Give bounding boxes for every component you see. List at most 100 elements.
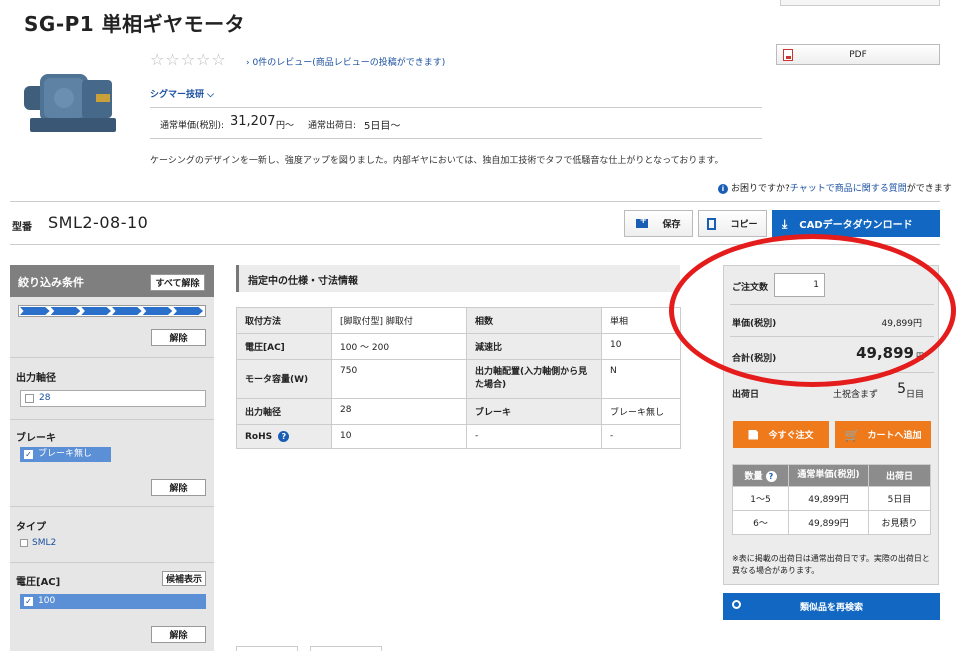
table-cell: 1〜5 (732, 486, 789, 511)
clear-button[interactable]: 解除 (151, 329, 206, 346)
brake-option-selected[interactable]: ✓ ブレーキ無し (20, 447, 111, 462)
help-icon[interactable]: ? (765, 471, 777, 482)
pdf-button[interactable]: PDF (776, 44, 940, 65)
table-row: モータ容量(W) 750 出力軸配置(入力軸側から見た場合) N (236, 359, 681, 399)
copy-icon (707, 217, 717, 230)
column-header-label: 数量 (744, 472, 763, 482)
progress-step (50, 307, 81, 315)
spec-key: 出力軸径 (236, 398, 332, 425)
clear-button[interactable]: 解除 (151, 479, 206, 496)
checkbox-checked[interactable]: ✓ (24, 597, 33, 606)
checkbox[interactable] (20, 539, 28, 547)
copy-label: コピー (730, 220, 758, 230)
volume-price-table: 数量? 通常単価(税別) 出荷日 1〜5 49,899円 5日目 6〜 49,8… (732, 464, 931, 535)
download-icon: ⤓ (782, 217, 788, 231)
model-label: 型番 (12, 222, 32, 233)
save-label: 保存 (662, 220, 681, 230)
spec-key: 減速比 (466, 333, 602, 360)
price-label: 通常単価(税別): (160, 121, 225, 131)
output-shaft-option[interactable]: 28 (20, 390, 206, 407)
spec-key: モータ容量(W) (236, 359, 332, 399)
unit-price-label: 単価(税別) (732, 319, 777, 329)
pdf-label: PDF (849, 49, 867, 60)
chat-link[interactable]: チャットで商品に関する質問 (790, 184, 907, 194)
divider (730, 372, 934, 373)
price-suffix: 円〜 (276, 121, 295, 131)
spec-value: 28 (331, 398, 467, 425)
unit-price-value: 49,899円 (881, 319, 923, 329)
output-shaft-label: 出力軸径 (16, 373, 56, 384)
progress-step (142, 307, 173, 315)
table-row: 1〜5 49,899円 5日目 (732, 486, 931, 511)
save-button[interactable]: 保存 (624, 210, 693, 237)
copy-button[interactable]: コピー (698, 210, 767, 237)
table-row: 出力軸径 28 ブレーキ ブレーキ無し (236, 398, 681, 425)
table-row: 電圧[AC] 100 〜 200 減速比 10 (236, 333, 681, 360)
divider (10, 244, 940, 245)
show-candidates-button[interactable]: 候補表示 (162, 571, 206, 586)
filter-sidebar: 絞り込み条件 すべて解除 解除 出力軸径 28 ブレーキ ✓ ブレーキ無し 解除 … (10, 265, 214, 651)
maker-name[interactable]: シグマー技研 (150, 90, 204, 100)
total-price-unit: 円 (916, 352, 924, 361)
filter-progress (18, 305, 206, 317)
rating-stars[interactable]: ☆☆☆☆☆ (150, 50, 227, 69)
top-account-button[interactable] (780, 0, 940, 6)
option-label: SML2 (32, 538, 57, 548)
product-description: ケーシングのデザインを一新し、強度アップを図りました。内部ギヤにおいては、独自加… (150, 156, 724, 166)
ship-date-label: 出荷日 (732, 390, 760, 400)
checkbox[interactable] (25, 394, 34, 403)
maker-link[interactable]: シグマー技研 ⌵ (150, 87, 214, 100)
type-option[interactable]: SML2 (20, 538, 56, 548)
clear-all-button[interactable]: すべて解除 (150, 274, 205, 291)
divider (10, 506, 214, 507)
table-cell: お見積り (868, 510, 931, 535)
cart-icon: 🛒 (844, 427, 860, 442)
clear-button[interactable]: 解除 (151, 626, 206, 643)
table-row: 取付方法 [脚取付型] 脚取付 相数 単相 (236, 307, 681, 334)
ship-date-unit: 日目 (905, 390, 924, 400)
ship-value: 5日目〜 (364, 121, 401, 132)
order-now-button[interactable]: 今すぐ注文 (733, 421, 829, 448)
model-number: SML2-08-10 (48, 213, 149, 232)
review-link-text[interactable]: 0件のレビュー(商品レビューの投稿ができます) (252, 58, 445, 68)
quantity-input[interactable]: 1 (774, 273, 825, 297)
column-header: 通常単価(税別) (788, 464, 869, 487)
brake-label: ブレーキ (16, 433, 56, 444)
rohs-label: RoHS (245, 432, 273, 442)
search-icon (732, 600, 741, 609)
search-similar-button[interactable]: 類似品を再検索 (723, 593, 940, 620)
chevron-down-icon: ⌵ (207, 90, 214, 100)
table-cell: 5日目 (868, 486, 931, 511)
add-to-cart-button[interactable]: 🛒 カートへ追加 (835, 421, 931, 448)
help-line: i お困りですか?チャットで商品に関する質問ができます (718, 181, 952, 194)
spec-value: - (466, 424, 602, 449)
checkbox-checked[interactable]: ✓ (24, 450, 33, 459)
divider (10, 201, 940, 202)
filter-title: 絞り込み条件 (18, 276, 84, 289)
help-icon[interactable]: ? (278, 431, 290, 442)
bottom-tab[interactable] (236, 646, 298, 651)
progress-step (20, 307, 50, 315)
divider (10, 419, 214, 420)
page-title: SG-P1 単相ギヤモータ (24, 12, 246, 36)
shipping-note: ※表に掲載の出荷日は通常出荷日です。実際の出荷日と異なる場合があります。 (732, 554, 930, 575)
search-similar-label: 類似品を再検索 (799, 603, 863, 613)
review-link[interactable]: › 0件のレビュー(商品レビューの投稿ができます) (246, 55, 445, 68)
table-row: RoHS ? 10 - - (236, 424, 681, 449)
bottom-tab[interactable] (310, 646, 382, 651)
table-cell: 49,899円 (788, 486, 869, 511)
info-icon: i (718, 184, 728, 194)
spec-value: 単相 (601, 307, 681, 334)
order-icon (748, 429, 759, 440)
progress-step (81, 307, 112, 315)
divider (730, 336, 934, 337)
option-label: ブレーキ無し (38, 449, 93, 459)
spec-value: 10 (601, 333, 681, 360)
option-label: 100 (38, 596, 56, 606)
voltage-label: 電圧[AC] (16, 577, 61, 588)
divider (10, 357, 214, 358)
cad-download-button[interactable]: ⤓ CADデータダウンロード (772, 210, 940, 237)
spec-value: [脚取付型] 脚取付 (331, 307, 467, 334)
voltage-option-selected[interactable]: ✓ 100 (20, 594, 206, 609)
column-header: 数量? (732, 464, 789, 487)
